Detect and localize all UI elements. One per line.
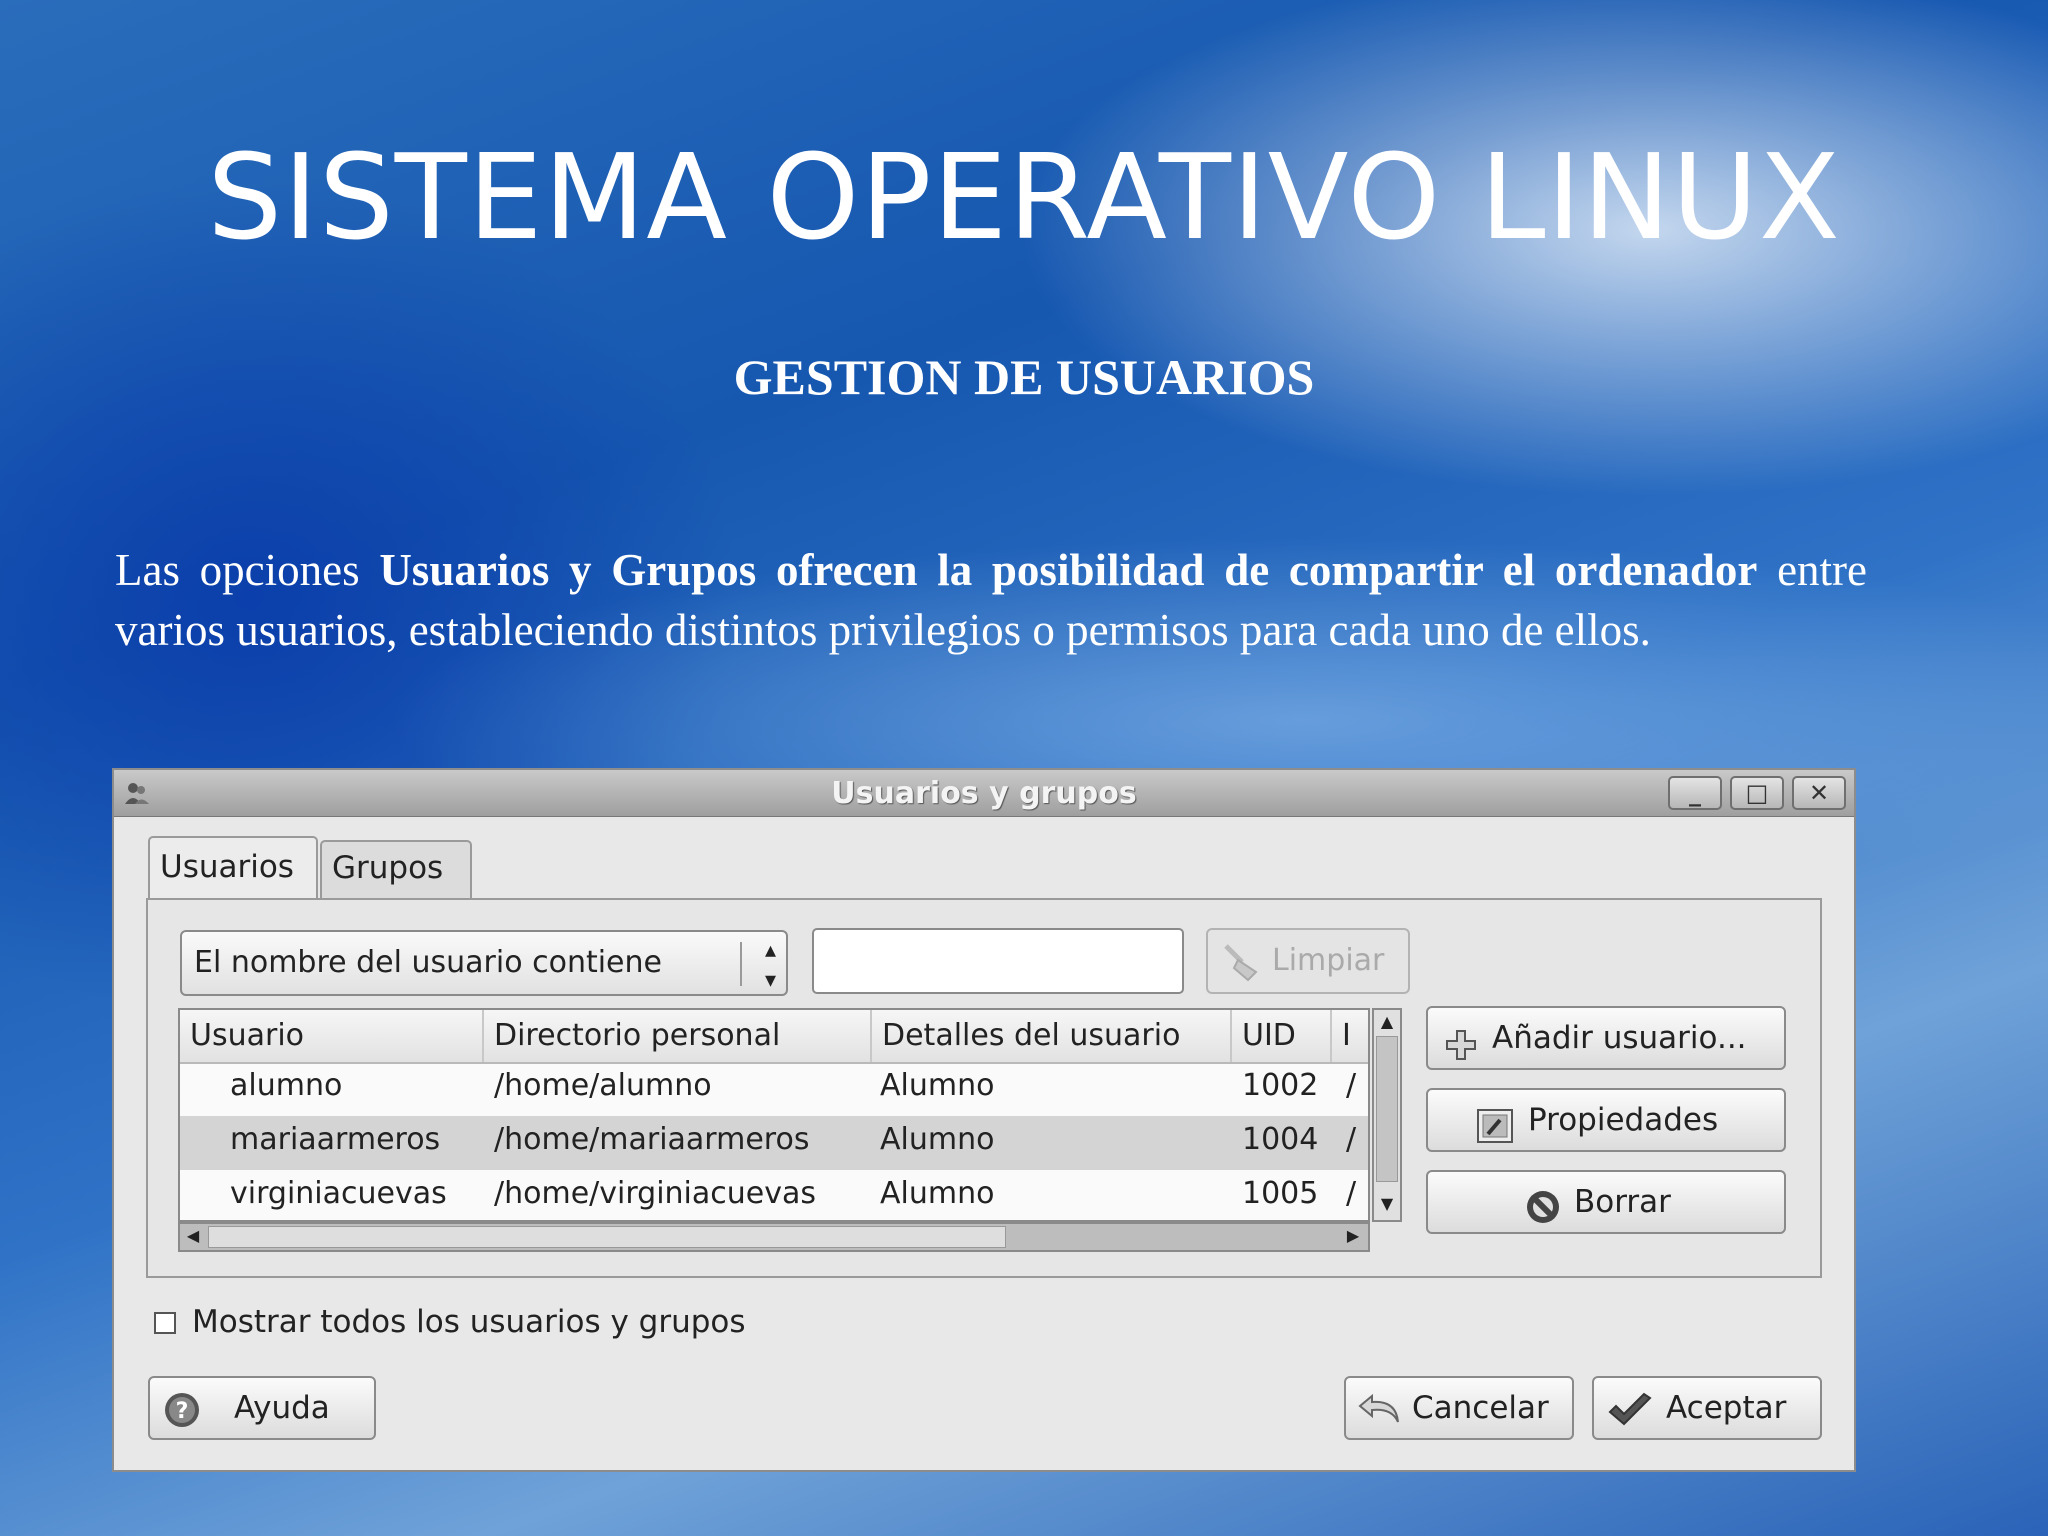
svg-text:?: ? — [176, 1399, 189, 1424]
delete-button[interactable]: Borrar — [1426, 1170, 1786, 1234]
ok-button[interactable]: Aceptar — [1592, 1376, 1822, 1440]
properties-label: Propiedades — [1528, 1102, 1719, 1138]
paragraph-bold-text: Usuarios y Grupos ofrecen la posibilidad… — [379, 545, 1758, 595]
delete-forbidden-icon — [1524, 1186, 1562, 1246]
cell-home: /home/mariaarmeros — [494, 1122, 810, 1157]
clear-button-label: Limpiar — [1272, 943, 1385, 978]
cell-user: virginiacuevas — [230, 1176, 447, 1211]
minimize-button[interactable]: _ — [1668, 776, 1722, 810]
show-all-checkbox[interactable] — [154, 1312, 176, 1334]
column-header-usuario[interactable]: Usuario — [180, 1010, 484, 1062]
users-panel: El nombre del usuario contiene ▴ ▾ Limpia… — [146, 898, 1822, 1278]
minimize-icon: _ — [1689, 779, 1701, 807]
clear-button[interactable]: Limpiar — [1206, 928, 1410, 994]
scroll-up-icon[interactable]: ▲ — [1374, 1012, 1400, 1031]
column-header-directorio[interactable]: Directorio personal — [484, 1010, 872, 1062]
scroll-down-icon[interactable]: ▼ — [1374, 1194, 1400, 1213]
table-header: Usuario Directorio personal Detalles del… — [180, 1010, 1368, 1064]
maximize-button[interactable]: □ — [1730, 776, 1784, 810]
cancel-button[interactable]: Cancelar — [1344, 1376, 1574, 1440]
properties-button[interactable]: Propiedades — [1426, 1088, 1786, 1152]
plus-icon — [1444, 1022, 1478, 1082]
add-user-button[interactable]: Añadir usuario... — [1426, 1006, 1786, 1070]
users-and-groups-window: Usuarios y grupos _ □ ✕ Usuarios Grupos … — [112, 768, 1856, 1472]
cell-extra: / — [1346, 1068, 1357, 1103]
cell-details: Alumno — [880, 1068, 995, 1103]
column-header-detalles[interactable]: Detalles del usuario — [872, 1010, 1232, 1062]
slide-title: SISTEMA OPERATIVO LINUX — [207, 128, 1841, 266]
column-header-extra[interactable]: I — [1332, 1010, 1368, 1062]
users-table: Usuario Directorio personal Detalles del… — [178, 1008, 1370, 1222]
cell-home: /home/virginiacuevas — [494, 1176, 817, 1211]
cell-user: mariaarmeros — [230, 1122, 441, 1157]
properties-icon — [1476, 1104, 1514, 1164]
vertical-scroll-thumb[interactable] — [1376, 1036, 1398, 1182]
table-row[interactable]: mariaarmeros /home/mariaarmeros Alumno 1… — [180, 1116, 1368, 1170]
help-button[interactable]: ? Ayuda — [148, 1376, 376, 1440]
combo-separator — [740, 942, 742, 986]
table-row[interactable]: virginiacuevas /home/virginiacuevas Alum… — [180, 1170, 1368, 1220]
window-titlebar[interactable]: Usuarios y grupos _ □ ✕ — [114, 770, 1854, 817]
cell-uid: 1004 — [1242, 1122, 1319, 1157]
filter-combo[interactable]: El nombre del usuario contiene ▴ ▾ — [180, 930, 788, 996]
delete-label: Borrar — [1574, 1184, 1671, 1220]
slide-paragraph: Las opciones Usuarios y Grupos ofrecen l… — [115, 540, 1867, 660]
cell-uid: 1002 — [1242, 1068, 1319, 1103]
updown-arrows-icon: ▴ ▾ — [764, 938, 776, 993]
cancel-label: Cancelar — [1412, 1390, 1549, 1426]
vertical-scrollbar[interactable]: ▲ ▼ — [1372, 1008, 1402, 1222]
filter-combo-value: El nombre del usuario contiene — [194, 945, 662, 980]
ok-label: Aceptar — [1666, 1390, 1787, 1426]
cell-extra: / — [1346, 1176, 1357, 1211]
show-all-label: Mostrar todos los usuarios y grupos — [192, 1304, 746, 1340]
table-row[interactable]: alumno /home/alumno Alumno 1002 / — [180, 1062, 1368, 1116]
cell-user: alumno — [230, 1068, 343, 1103]
horizontal-scrollbar[interactable]: ◀ ▶ — [178, 1222, 1370, 1252]
tab-usuarios[interactable]: Usuarios — [148, 836, 318, 898]
add-user-label: Añadir usuario... — [1492, 1020, 1747, 1056]
slide-subtitle: GESTION DE USUARIOS — [733, 349, 1315, 405]
search-input[interactable] — [812, 928, 1184, 994]
column-header-uid[interactable]: UID — [1232, 1010, 1332, 1062]
ok-icon — [1606, 1390, 1654, 1450]
cell-home: /home/alumno — [494, 1068, 712, 1103]
cell-details: Alumno — [880, 1176, 995, 1211]
horizontal-scroll-thumb[interactable] — [208, 1226, 1006, 1248]
cell-extra: / — [1346, 1122, 1357, 1157]
undo-icon — [1358, 1390, 1406, 1450]
tab-grupos[interactable]: Grupos — [320, 840, 472, 898]
scroll-left-icon[interactable]: ◀ — [180, 1226, 206, 1245]
paragraph-text-1: Las opciones — [115, 545, 380, 595]
scroll-right-icon[interactable]: ▶ — [1340, 1226, 1366, 1245]
window-title: Usuarios y grupos — [831, 776, 1137, 811]
close-icon: ✕ — [1808, 779, 1830, 807]
maximize-icon: □ — [1745, 779, 1769, 807]
cell-uid: 1005 — [1242, 1176, 1319, 1211]
help-label: Ayuda — [234, 1390, 330, 1426]
close-button[interactable]: ✕ — [1792, 776, 1846, 810]
help-icon: ? — [162, 1390, 202, 1450]
broom-icon — [1220, 942, 1262, 1004]
cell-details: Alumno — [880, 1122, 995, 1157]
